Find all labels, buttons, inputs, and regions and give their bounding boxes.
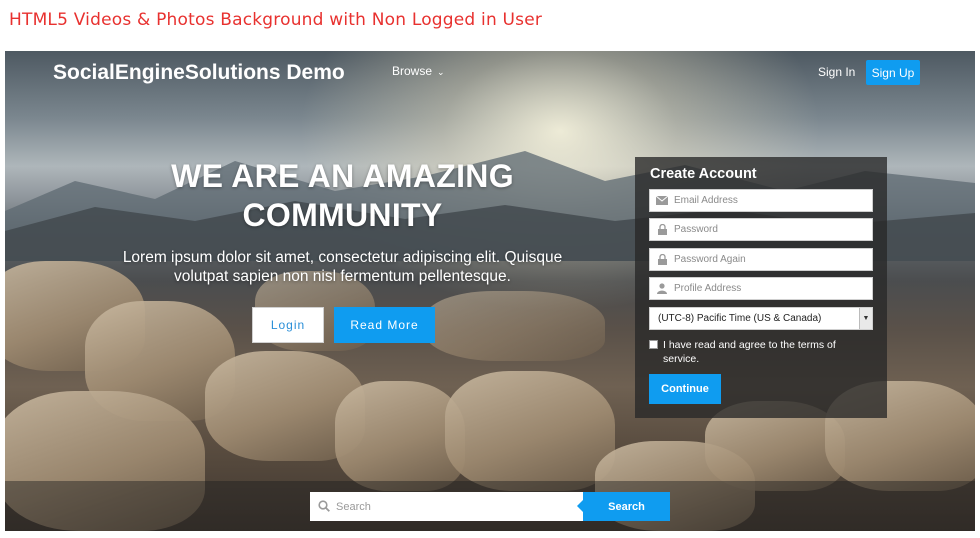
search-button[interactable]: Search	[577, 492, 670, 521]
search-icon	[318, 497, 330, 516]
chevron-down-icon: ⌄	[437, 67, 445, 77]
browse-label: Browse	[392, 64, 433, 78]
password-again-field[interactable]: Password Again	[649, 248, 873, 271]
terms-checkbox[interactable]	[649, 340, 658, 349]
hero-background: SocialEngineSolutions Demo Browse ⌄ Sign …	[5, 51, 975, 531]
user-icon	[656, 283, 668, 295]
top-nav: SocialEngineSolutions Demo Browse ⌄ Sign …	[5, 51, 975, 97]
site-logo[interactable]: SocialEngineSolutions Demo	[53, 61, 345, 85]
timezone-value: (UTC-8) Pacific Time (US & Canada)	[658, 313, 822, 324]
search-placeholder: Search	[336, 500, 371, 513]
panel-title: Create Account	[650, 166, 757, 182]
terms-row: I have read and agree to the terms of se…	[649, 338, 869, 366]
signup-button[interactable]: Sign Up	[866, 60, 920, 85]
login-button[interactable]: Login	[252, 307, 324, 343]
profile-address-field[interactable]: Profile Address	[649, 277, 873, 300]
lock-icon	[656, 254, 668, 266]
password-again-placeholder: Password Again	[674, 254, 746, 265]
page-caption: HTML5 Videos & Photos Background with No…	[9, 10, 543, 30]
email-placeholder: Email Address	[674, 195, 738, 206]
browse-menu[interactable]: Browse ⌄	[392, 64, 445, 78]
read-more-button[interactable]: Read More	[334, 307, 435, 343]
email-field[interactable]: Email Address	[649, 189, 873, 212]
hero-title: WE ARE AN AMAZING COMMUNITY	[171, 158, 514, 233]
password-field[interactable]: Password	[649, 218, 873, 241]
lock-icon	[656, 224, 668, 236]
envelope-icon	[656, 195, 668, 207]
timezone-select[interactable]: (UTC-8) Pacific Time (US & Canada) ▼	[649, 307, 873, 330]
hero-subtitle: Lorem ipsum dolor sit amet, consectetur …	[122, 249, 563, 285]
continue-button[interactable]: Continue	[649, 374, 721, 404]
terms-label: I have read and agree to the terms of se…	[663, 339, 836, 365]
profile-placeholder: Profile Address	[674, 283, 742, 294]
create-account-panel: Create Account Email Address Password Pa…	[635, 157, 887, 418]
signin-link[interactable]: Sign In	[818, 65, 855, 79]
password-placeholder: Password	[674, 224, 718, 235]
search-bar: Search Search	[5, 481, 975, 531]
search-input[interactable]: Search	[310, 492, 586, 521]
dropdown-arrow-icon: ▼	[859, 308, 872, 329]
